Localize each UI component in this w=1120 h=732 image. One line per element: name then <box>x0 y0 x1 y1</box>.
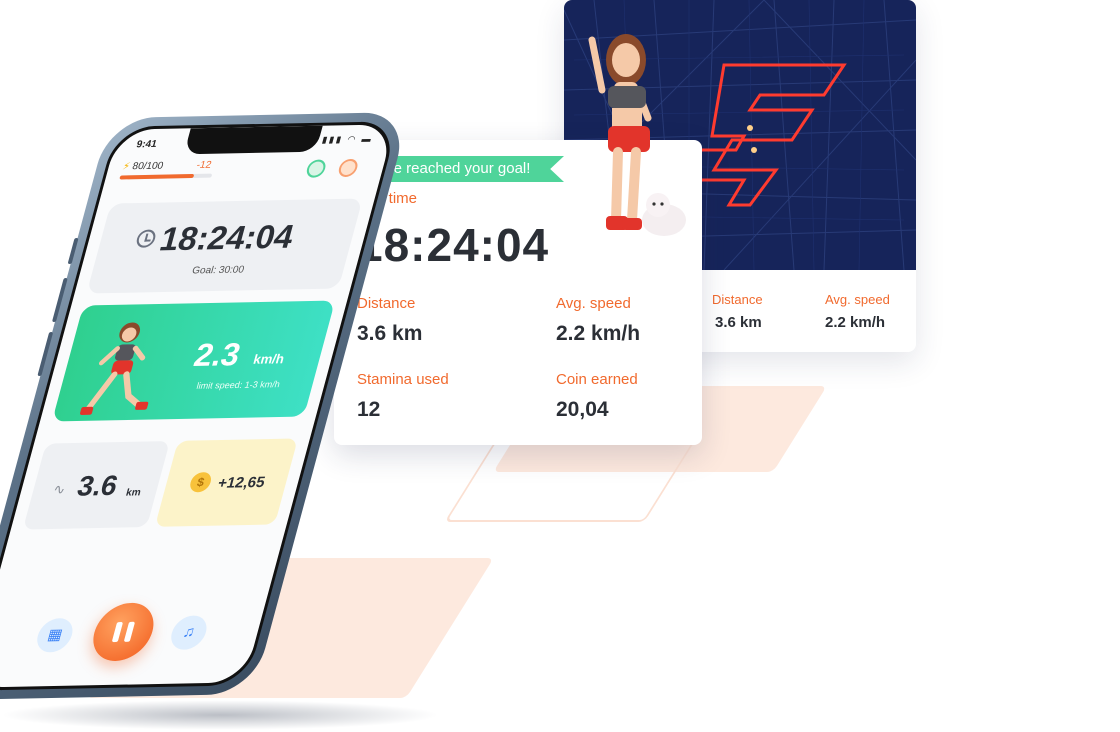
bg-shape-outline-right <box>444 440 696 522</box>
bolt-icon: ⚡ <box>121 161 132 173</box>
route-point-end <box>751 147 757 153</box>
avg-speed-label: Avg. speed <box>556 295 631 312</box>
runner-illustration <box>80 322 149 415</box>
phone-shadow <box>0 700 440 730</box>
stamina-used-value: 12 <box>357 398 381 421</box>
music-button[interactable]: ♫ <box>167 615 211 650</box>
shoe-icon[interactable] <box>336 158 360 178</box>
stamina-delta: -12 <box>195 159 213 171</box>
pause-button[interactable] <box>86 602 161 662</box>
clock-icon <box>134 229 158 248</box>
run-time-value: 18:24:04 <box>357 219 550 271</box>
coin-earned-value: 20,04 <box>556 398 609 421</box>
speed-limit-label: limit speed: 1-3 km/h <box>195 379 282 391</box>
coin-icon: $ <box>187 472 214 493</box>
stamina-bar-fill <box>119 174 194 180</box>
distance-label: Distance <box>357 295 416 312</box>
gem-icon[interactable] <box>304 159 328 178</box>
timer-value: 18:24:04 <box>155 217 299 258</box>
map-avg-speed-value: 2.2 km/h <box>825 314 886 331</box>
stamina-value: 80/100 <box>130 160 165 173</box>
stamina-bar <box>119 173 213 180</box>
route-point-start <box>747 125 753 131</box>
timer-card: 18:24:04 Goal: 30:00 <box>86 198 363 294</box>
avg-speed-value: 2.2 km/h <box>556 322 641 345</box>
distance-card: ∿ 3.6 km <box>22 441 170 530</box>
speed-unit: km/h <box>251 351 287 367</box>
phone-notch <box>183 125 323 155</box>
stamina-indicator: ⚡ 80/100 <box>121 161 164 173</box>
map-button[interactable]: ▦ <box>33 617 77 653</box>
status-icons: ▮▮▮ ◠ ▬ <box>320 133 375 145</box>
map-distance-value: 3.6 km <box>715 314 762 331</box>
speed-value: 2.3 <box>190 336 245 373</box>
map-avg-speed-label: Avg. speed <box>825 292 890 307</box>
phone-coin-value: +12,65 <box>215 473 267 492</box>
coin-card: $ +12,65 <box>154 438 298 527</box>
status-time: 9:41 <box>135 138 159 151</box>
map-icon: ▦ <box>45 626 65 644</box>
distance-value: 3.6 km <box>357 322 423 345</box>
character-with-dog-illustration <box>588 34 686 236</box>
phone-distance-unit: km <box>124 487 143 499</box>
phone-side-button <box>67 237 79 265</box>
speed-card: 2.3 km/h limit speed: 1-3 km/h <box>51 300 336 422</box>
coin-earned-label: Coin earned <box>556 371 638 388</box>
music-icon: ♫ <box>181 623 197 641</box>
stamina-used-label: Stamina used <box>357 371 449 388</box>
goal-label: Goal: 30:00 <box>190 264 246 277</box>
phone-distance-value: 3.6 <box>74 469 122 502</box>
map-distance-label: Distance <box>712 292 763 307</box>
route-icon: ∿ <box>51 480 68 498</box>
